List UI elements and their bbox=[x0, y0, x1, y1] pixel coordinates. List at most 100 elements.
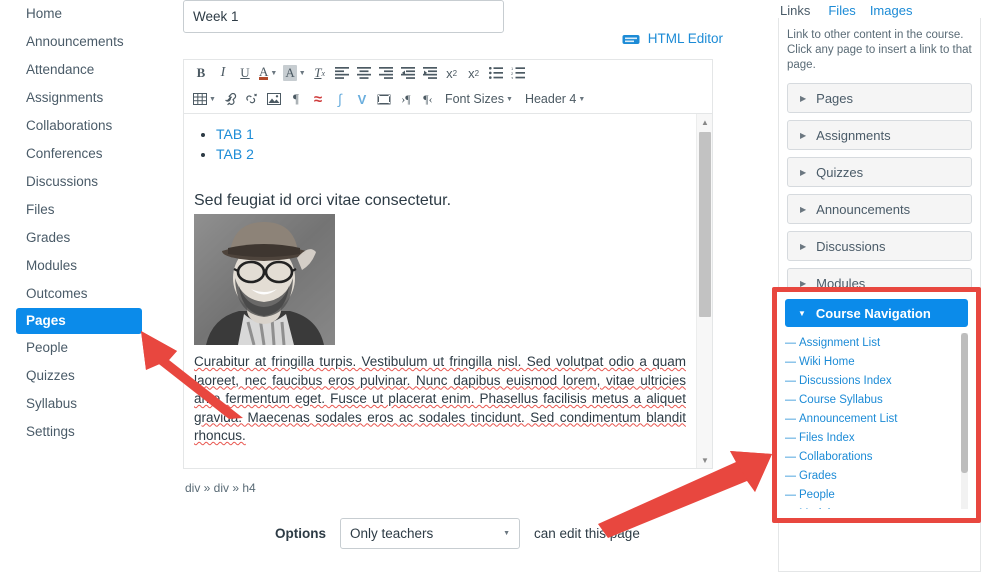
sidebar-item-conferences[interactable]: Conferences bbox=[0, 140, 172, 168]
unlink-icon[interactable] bbox=[241, 87, 263, 111]
header-format-dropdown[interactable]: Header 4 ▼ bbox=[519, 87, 591, 111]
scroll-up-icon[interactable]: ▲ bbox=[697, 114, 712, 130]
text-color-icon[interactable]: A ▼ bbox=[256, 61, 280, 85]
list-item[interactable]: — Collaborations bbox=[785, 447, 968, 466]
html-editor-link-label[interactable]: HTML Editor bbox=[648, 31, 723, 46]
sidebar-item-discussions[interactable]: Discussions bbox=[0, 168, 172, 196]
scrollbar-thumb[interactable] bbox=[961, 333, 968, 473]
link-label[interactable]: Collaborations bbox=[799, 451, 873, 463]
sidebar-item-people[interactable]: People bbox=[0, 334, 172, 362]
list-item[interactable]: TAB 1 bbox=[216, 124, 686, 144]
list-item[interactable]: —Modules bbox=[785, 504, 968, 510]
accordion-label: Discussions bbox=[816, 238, 886, 254]
link-label[interactable]: Files Index bbox=[799, 432, 855, 444]
sidebar-item-announcements[interactable]: Announcements bbox=[0, 28, 172, 56]
editor-content[interactable]: TAB 1 TAB 2 Sed feugiat id orci vitae co… bbox=[184, 114, 696, 468]
highlight-color-icon[interactable]: A ▼ bbox=[280, 61, 308, 85]
insert-image-icon[interactable] bbox=[263, 87, 285, 111]
svg-text:3: 3 bbox=[511, 75, 514, 79]
link-label[interactable]: Discussions Index bbox=[799, 375, 892, 387]
sidebar-item-label: Settings bbox=[26, 424, 75, 439]
tab-link-2[interactable]: TAB 2 bbox=[216, 146, 254, 162]
list-item[interactable]: TAB 2 bbox=[216, 144, 686, 164]
insert-link-icon[interactable] bbox=[219, 87, 241, 111]
insert-media-icon[interactable]: V bbox=[351, 87, 373, 111]
math-formula-icon[interactable]: ∫ bbox=[329, 87, 351, 111]
page-title-input[interactable] bbox=[183, 0, 504, 33]
sidebar-item-home[interactable]: Home bbox=[0, 0, 172, 28]
accordion-assignments[interactable]: ▶ Assignments bbox=[787, 120, 972, 150]
sidebar-item-grades[interactable]: Grades bbox=[0, 224, 172, 252]
sidebar-item-quizzes[interactable]: Quizzes bbox=[0, 362, 172, 390]
underline-icon[interactable]: U bbox=[234, 61, 256, 85]
sidebar-item-modules[interactable]: Modules bbox=[0, 252, 172, 280]
accordion-course-navigation[interactable]: ▼ Course Navigation bbox=[785, 299, 968, 327]
indent-icon[interactable] bbox=[419, 61, 441, 85]
dash-icon: — bbox=[785, 374, 796, 387]
list-item[interactable]: — Files Index bbox=[785, 428, 968, 447]
sidebar-item-label: Announcements bbox=[26, 34, 124, 49]
tab-link-1[interactable]: TAB 1 bbox=[216, 126, 254, 142]
sidebar-item-files[interactable]: Files bbox=[0, 196, 172, 224]
list-item[interactable]: — Grades bbox=[785, 466, 968, 485]
link-label[interactable]: Announcement List bbox=[799, 413, 897, 425]
font-sizes-label: Font Sizes bbox=[444, 92, 504, 106]
accordion-discussions[interactable]: ▶ Discussions bbox=[787, 231, 972, 261]
tab-links[interactable]: Links bbox=[778, 3, 828, 18]
dash-icon: — bbox=[785, 450, 796, 463]
link-label[interactable]: Modules bbox=[799, 508, 842, 510]
edit-permissions-select[interactable]: Only teachers ▼ bbox=[340, 518, 520, 549]
sidebar-item-assignments[interactable]: Assignments bbox=[0, 84, 172, 112]
accordion-pages[interactable]: ▶ Pages bbox=[787, 83, 972, 113]
link-label[interactable]: Assignment List bbox=[799, 337, 880, 349]
list-item[interactable]: — Announcement List bbox=[785, 409, 968, 428]
profile-photo-image[interactable] bbox=[194, 214, 335, 345]
bold-icon[interactable]: B bbox=[190, 61, 212, 85]
list-item[interactable]: — People bbox=[785, 485, 968, 504]
link-label[interactable]: Course Syllabus bbox=[799, 394, 883, 406]
table-icon[interactable]: ▼ bbox=[190, 87, 219, 111]
accordion-quizzes[interactable]: ▶ Quizzes bbox=[787, 157, 972, 187]
course-nav-list-scrollbar[interactable] bbox=[961, 333, 968, 509]
superscript-icon[interactable]: x2 bbox=[441, 61, 463, 85]
link-label[interactable]: People bbox=[799, 489, 835, 501]
rich-content-editor-body[interactable]: TAB 1 TAB 2 Sed feugiat id orci vitae co… bbox=[183, 113, 713, 469]
font-sizes-dropdown[interactable]: Font Sizes ▼ bbox=[439, 87, 519, 111]
scrollbar-thumb[interactable] bbox=[699, 132, 711, 317]
list-item[interactable]: — Course Syllabus bbox=[785, 390, 968, 409]
subscript-icon[interactable]: x2 bbox=[463, 61, 485, 85]
bulleted-list-icon[interactable] bbox=[485, 61, 507, 85]
sidebar-item-pages[interactable]: Pages bbox=[16, 308, 142, 334]
link-label[interactable]: Wiki Home bbox=[799, 356, 855, 368]
clear-formatting-icon[interactable]: Tx bbox=[309, 61, 331, 85]
paragraph-mark-icon[interactable]: ¶ bbox=[285, 87, 307, 111]
link-label[interactable]: Grades bbox=[799, 470, 837, 482]
list-item[interactable]: — Wiki Home bbox=[785, 352, 968, 371]
list-item[interactable]: — Assignment List bbox=[785, 333, 968, 352]
align-right-icon[interactable] bbox=[375, 61, 397, 85]
ltr-direction-icon[interactable]: ›¶ bbox=[395, 87, 417, 111]
list-item[interactable]: — Discussions Index bbox=[785, 371, 968, 390]
editor-scrollbar[interactable]: ▲ ▼ bbox=[696, 114, 712, 468]
accordion-announcements[interactable]: ▶ Announcements bbox=[787, 194, 972, 224]
outdent-icon[interactable] bbox=[397, 61, 419, 85]
numbered-list-icon[interactable]: 123 bbox=[507, 61, 529, 85]
record-media-icon[interactable] bbox=[373, 87, 395, 111]
sidebar-item-outcomes[interactable]: Outcomes bbox=[0, 280, 172, 308]
html-editor-toggle[interactable]: HTML Editor bbox=[622, 31, 723, 46]
sidebar-item-label: Conferences bbox=[26, 146, 103, 161]
rtl-direction-icon[interactable]: ¶‹ bbox=[417, 87, 439, 111]
sidebar-item-syllabus[interactable]: Syllabus bbox=[0, 390, 172, 418]
accordion-label: Announcements bbox=[816, 201, 911, 217]
align-left-icon[interactable] bbox=[331, 61, 353, 85]
scroll-down-icon[interactable]: ▼ bbox=[697, 452, 712, 468]
italic-icon[interactable]: I bbox=[212, 61, 234, 85]
sidebar-item-settings[interactable]: Settings bbox=[0, 418, 172, 446]
equation-editor-icon[interactable]: ≈ bbox=[307, 87, 329, 111]
sidebar-item-collaborations[interactable]: Collaborations bbox=[0, 112, 172, 140]
tab-files[interactable]: Files bbox=[828, 3, 869, 18]
sidebar-item-attendance[interactable]: Attendance bbox=[0, 56, 172, 84]
dash-icon: — bbox=[785, 412, 796, 425]
tab-images[interactable]: Images bbox=[870, 3, 927, 18]
align-center-icon[interactable] bbox=[353, 61, 375, 85]
